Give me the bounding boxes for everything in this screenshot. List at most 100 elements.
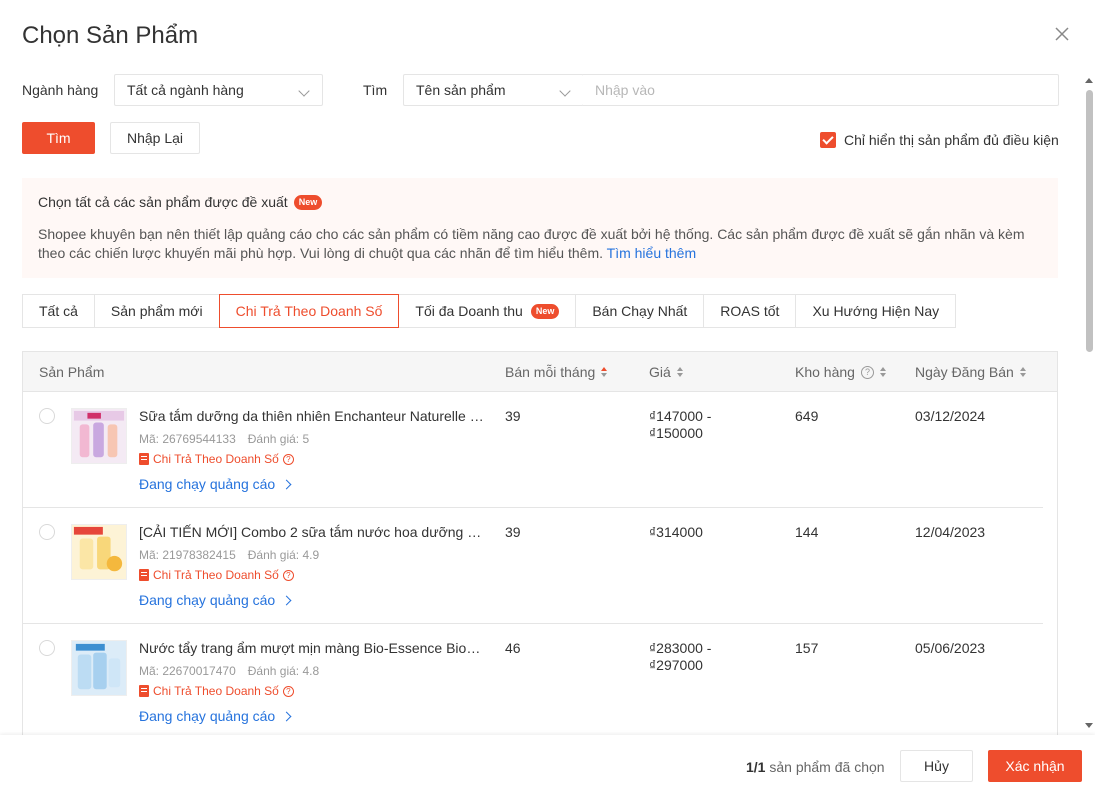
price-line: ₫314000 — [649, 524, 703, 540]
search-input[interactable] — [583, 74, 1059, 106]
price-line: ₫147000 - — [649, 408, 712, 424]
help-icon[interactable]: ? — [282, 569, 294, 581]
column-listed-date-label: Ngày Đăng Bán — [915, 364, 1014, 380]
ads-running-label: Đang chạy quảng cáo — [139, 476, 276, 492]
tab-label: Tối đa Doanh thu — [415, 303, 523, 319]
ads-running-label: Đang chạy quảng cáo — [139, 708, 276, 724]
product-rating: Đánh giá: 5 — [247, 432, 310, 446]
close-icon[interactable] — [1052, 24, 1072, 44]
product-thumbnail — [71, 640, 127, 696]
column-stock[interactable]: Kho hàng ? — [795, 352, 886, 392]
table-row[interactable]: Nước tẩy trang ẩm mượt mịn màng Bio-Esse… — [23, 624, 1043, 735]
monthly-sales-cell: 39 — [505, 408, 521, 424]
tab-label: ROAS tốt — [720, 303, 780, 319]
chevron-down-icon — [298, 85, 310, 97]
column-product-label: Sản Phẩm — [39, 364, 105, 380]
product-rating: Đánh giá: 4.8 — [247, 664, 320, 678]
ads-running-label: Đang chạy quảng cáo — [139, 592, 276, 608]
monthly-sales-cell: 39 — [505, 524, 521, 540]
table-row[interactable]: [CẢI TIẾN MỚI] Combo 2 sữa tắm nước hoa … — [23, 508, 1043, 624]
stock-cell: 649 — [795, 408, 819, 424]
monthly-sales-cell: 46 — [505, 640, 521, 656]
product-meta: Mã: 22670017470 Đánh giá: 4.8 — [139, 664, 319, 678]
tab-label: Xu Hướng Hiện Nay — [812, 303, 940, 319]
table-header: Sản Phẩm Bán mỗi tháng Giá Kho hàng ? Ng… — [23, 352, 1057, 392]
column-product: Sản Phẩm — [39, 352, 104, 392]
column-stock-label: Kho hàng — [795, 364, 855, 380]
sort-icon[interactable] — [676, 367, 683, 377]
tab-trending[interactable]: Xu Hướng Hiện Nay — [795, 294, 957, 328]
banner-title-text: Chọn tất cả các sản phẩm được đề xuất — [38, 194, 288, 210]
pay-per-sale-tag[interactable]: Chi Trả Theo Doanh Số ? — [139, 452, 294, 466]
tab-new-products[interactable]: Sản phẩm mới — [93, 294, 220, 328]
tab-label: Sản phẩm mới — [110, 303, 203, 319]
column-listed-date[interactable]: Ngày Đăng Bán — [915, 352, 1026, 392]
tab-label: Tất cả — [39, 303, 78, 319]
search-field-value: Tên sản phẩm — [416, 82, 506, 98]
scroll-down-icon[interactable] — [1085, 723, 1093, 728]
product-code: Mã: 26769544133 — [139, 432, 236, 446]
listed-date-cell: 05/06/2023 — [915, 640, 986, 656]
tag-label: Chi Trả Theo Doanh Số — [153, 684, 279, 698]
row-select-radio[interactable] — [39, 524, 55, 540]
ads-running-link[interactable]: Đang chạy quảng cáo — [139, 708, 292, 724]
product-code: Mã: 21978382415 — [139, 548, 236, 562]
tab-all[interactable]: Tất cả — [22, 294, 95, 328]
price-line: ₫150000 — [649, 425, 703, 441]
table-row[interactable]: Sữa tắm dưỡng da thiên nhiên Enchanteur … — [23, 392, 1043, 508]
search-field-select[interactable]: Tên sản phẩm — [403, 74, 584, 106]
column-monthly-sales-label: Bán mỗi tháng — [505, 364, 596, 380]
price-cell: ₫147000 - ₫150000 — [649, 408, 711, 442]
modal-body: Ngành hàng Tất cả ngành hàng Tìm Tên sản… — [0, 60, 1082, 735]
tab-max-revenue[interactable]: Tối đa Doanh thu New — [398, 294, 577, 328]
tab-best-selling[interactable]: Bán Chạy Nhất — [575, 294, 705, 328]
row-select-radio[interactable] — [39, 408, 55, 424]
price-cell: ₫283000 - ₫297000 — [649, 640, 711, 674]
pay-per-sale-tag[interactable]: Chi Trả Theo Doanh Số ? — [139, 684, 294, 698]
tab-good-roas[interactable]: ROAS tốt — [703, 294, 797, 328]
tab-label: Bán Chạy Nhất — [592, 303, 688, 319]
product-name: Nước tẩy trang ẩm mượt mịn màng Bio-Esse… — [139, 640, 484, 656]
scrollbar-thumb[interactable] — [1086, 90, 1093, 352]
tab-pay-per-sale[interactable]: Chi Trả Theo Doanh Số — [218, 294, 400, 328]
product-thumbnail — [71, 408, 127, 464]
eligible-only-toggle[interactable]: Chỉ hiển thị sản phẩm đủ điều kiện — [820, 132, 1059, 148]
learn-more-link[interactable]: Tìm hiểu thêm — [607, 245, 696, 261]
bookmark-icon — [139, 569, 149, 581]
reset-button[interactable]: Nhập Lại — [110, 122, 200, 154]
help-icon[interactable]: ? — [282, 685, 294, 697]
product-rating: Đánh giá: 4.9 — [247, 548, 320, 562]
price-cell: ₫314000 — [649, 524, 703, 541]
category-select-value: Tất cả ngành hàng — [127, 82, 244, 98]
ads-running-link[interactable]: Đang chạy quảng cáo — [139, 476, 292, 492]
cancel-button[interactable]: Hủy — [900, 750, 973, 782]
row-select-radio[interactable] — [39, 640, 55, 656]
tab-label: Chi Trả Theo Doanh Số — [235, 303, 383, 319]
category-select[interactable]: Tất cả ngành hàng — [114, 74, 323, 106]
help-icon[interactable]: ? — [282, 453, 294, 465]
chevron-right-icon — [281, 479, 292, 489]
new-badge: New — [293, 194, 323, 210]
search-button[interactable]: Tìm — [22, 122, 95, 154]
banner-description: Shopee khuyên bạn nên thiết lập quảng cá… — [38, 225, 1042, 263]
eligible-only-label: Chỉ hiển thị sản phẩm đủ điều kiện — [844, 132, 1059, 148]
recommendation-banner: Chọn tất cả các sản phẩm được đề xuất Ne… — [22, 178, 1058, 278]
sort-icon[interactable] — [601, 367, 608, 377]
scroll-up-icon[interactable] — [1085, 78, 1093, 83]
eligible-only-checkbox[interactable] — [820, 132, 836, 148]
sort-icon[interactable] — [879, 367, 886, 377]
stock-cell: 144 — [795, 524, 819, 540]
ads-running-link[interactable]: Đang chạy quảng cáo — [139, 592, 292, 608]
vertical-scrollbar[interactable] — [1084, 74, 1095, 734]
product-table: Sản Phẩm Bán mỗi tháng Giá Kho hàng ? Ng… — [22, 351, 1058, 735]
help-icon[interactable]: ? — [860, 365, 874, 379]
column-price[interactable]: Giá — [649, 352, 683, 392]
column-monthly-sales[interactable]: Bán mỗi tháng — [505, 352, 608, 392]
confirm-button[interactable]: Xác nhận — [988, 750, 1082, 782]
product-meta: Mã: 26769544133 Đánh giá: 5 — [139, 432, 309, 446]
banner-title[interactable]: Chọn tất cả các sản phẩm được đề xuất Ne… — [38, 194, 1042, 210]
pay-per-sale-tag[interactable]: Chi Trả Theo Doanh Số ? — [139, 568, 294, 582]
sort-icon[interactable] — [1019, 367, 1026, 377]
product-thumbnail — [71, 524, 127, 580]
modal-title: Chọn Sản Phẩm — [22, 22, 199, 49]
